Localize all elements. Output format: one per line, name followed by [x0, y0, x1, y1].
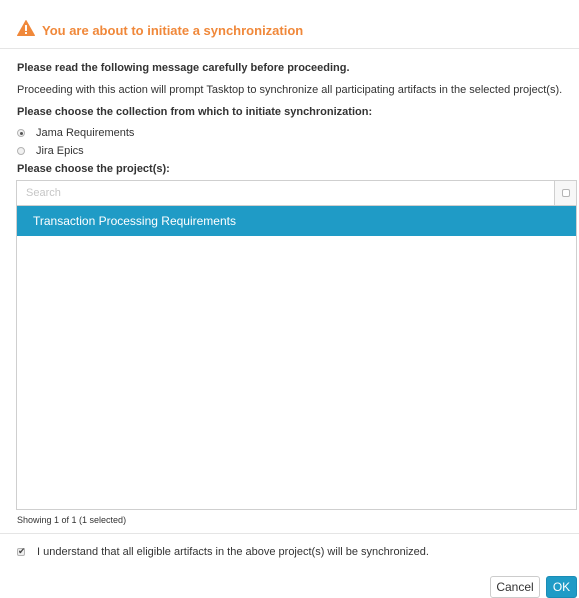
- radio-button[interactable]: [17, 147, 25, 155]
- collection-option-jira[interactable]: Jira Epics: [17, 144, 84, 158]
- ok-button[interactable]: OK: [546, 576, 577, 598]
- collection-option-label: Jama Requirements: [36, 127, 135, 139]
- radio-button[interactable]: [17, 129, 25, 137]
- intro-message: Proceeding with this action will prompt …: [17, 84, 563, 96]
- confirm-checkbox[interactable]: ✔: [17, 546, 26, 556]
- confirm-label: I understand that all eligible artifacts…: [37, 546, 429, 558]
- collection-option-jama[interactable]: Jama Requirements: [17, 126, 134, 140]
- project-list-item[interactable]: Transaction Processing Requirements: [17, 206, 576, 236]
- cancel-button[interactable]: Cancel: [490, 576, 540, 598]
- collection-heading: Please choose the collection from which …: [17, 106, 373, 118]
- checkmark-icon: ✔: [18, 546, 26, 556]
- warning-triangle-icon: [17, 20, 35, 36]
- checkbox-icon: [562, 189, 570, 197]
- divider: [0, 533, 579, 534]
- projects-heading: Please choose the project(s):: [17, 163, 170, 175]
- dialog-header: You are about to initiate a synchronizat…: [0, 0, 579, 49]
- project-picker: Transaction Processing Requirements: [16, 180, 577, 510]
- project-search-bar: [17, 181, 576, 206]
- project-search-input[interactable]: [17, 181, 554, 205]
- collection-option-label: Jira Epics: [36, 145, 84, 157]
- selection-status: Showing 1 of 1 (1 selected): [17, 515, 127, 525]
- dialog-title: You are about to initiate a synchronizat…: [42, 23, 304, 38]
- confirm-row[interactable]: ✔ I understand that all eligible artifac…: [17, 545, 429, 559]
- intro-heading: Please read the following message carefu…: [17, 62, 350, 74]
- select-all-toggle[interactable]: [554, 181, 576, 205]
